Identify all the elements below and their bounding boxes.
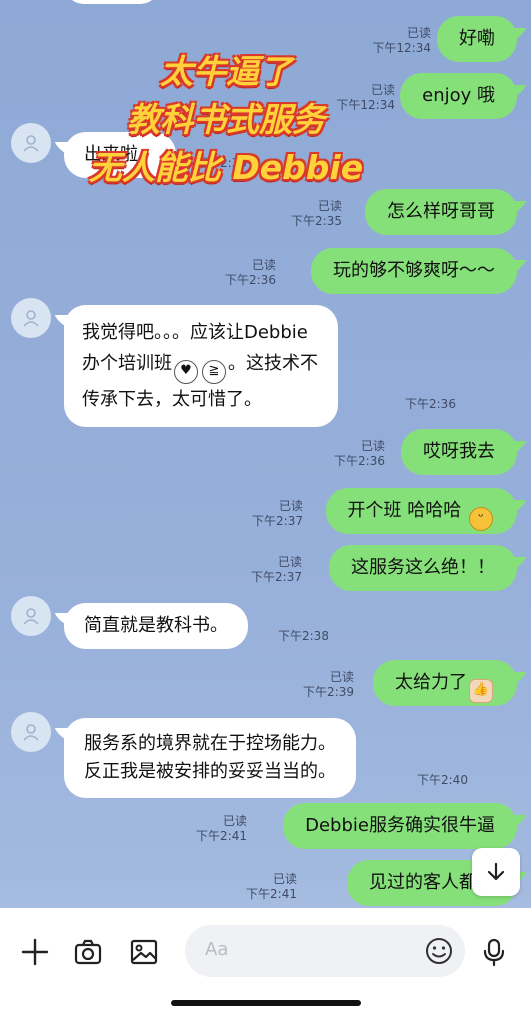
camera-icon xyxy=(74,939,102,965)
avatar[interactable] xyxy=(11,298,51,338)
camera-button[interactable] xyxy=(66,930,110,974)
message-bubble-partial[interactable] xyxy=(64,0,160,4)
message-input[interactable]: Aa xyxy=(185,925,465,977)
message-meta: 已读 下午12:34 xyxy=(336,83,395,112)
message-line: 服务系的境界就在于控场能力。 xyxy=(84,733,336,754)
input-bar: Aa xyxy=(0,908,531,1024)
user-icon xyxy=(23,608,39,625)
message-bubble[interactable]: 哎呀我去 xyxy=(401,429,517,475)
emoji-button[interactable] xyxy=(423,935,455,967)
message-meta: 已读 下午12:34 xyxy=(372,26,431,55)
message-time: 下午2:38 xyxy=(278,629,329,643)
user-icon xyxy=(23,310,39,327)
laughing-emoji-icon: ≧ xyxy=(202,360,226,384)
message-meta: 已读 下午2:37 xyxy=(252,499,303,528)
message-bubble[interactable]: 好嘞 xyxy=(437,16,517,62)
message-meta: 已读 下午2:39 xyxy=(303,670,354,699)
arrow-down-icon xyxy=(487,862,505,881)
message-bubble[interactable]: 出来啦。 xyxy=(64,132,176,178)
message-line: 办个培训班 ♥ ≧ 。这技术不 xyxy=(82,348,318,384)
avatar[interactable] xyxy=(11,123,51,163)
message-bubble[interactable]: 这服务这么绝！！ xyxy=(329,545,517,591)
message-bubble[interactable]: 我觉得吧。。。应该让Debbie 办个培训班 ♥ ≧ 。这技术不 传承下去，太可惜了。 xyxy=(64,305,338,427)
chat-area[interactable]: 已读 下午12:34 好嘞 已读 下午12:34 enjoy 哦 出来啦。 下午2:… xyxy=(0,0,531,908)
plus-button[interactable] xyxy=(13,930,57,974)
thumbs-up-emoji-icon: 👍 xyxy=(469,679,493,703)
heart-eyes-emoji-icon: ♥ xyxy=(174,360,198,384)
input-placeholder: Aa xyxy=(205,939,229,960)
message-bubble[interactable]: 服务系的境界就在于控场能力。 反正我是被安排的妥妥当当的。 xyxy=(64,718,356,798)
emoji-icon xyxy=(426,938,452,964)
avatar[interactable] xyxy=(11,596,51,636)
microphone-icon xyxy=(483,938,505,967)
grinning-emoji-icon: ᵕ xyxy=(469,507,493,531)
message-line: 我觉得吧。。。应该让Debbie xyxy=(82,322,308,343)
message-meta: 已读 下午2:36 xyxy=(334,439,385,468)
message-line: 传承下去，太可惜了。 xyxy=(82,389,262,410)
message-bubble[interactable]: 简直就是教科书。 xyxy=(64,603,248,649)
message-bubble[interactable]: 开个班 哈哈哈 ᵕ xyxy=(325,488,517,534)
image-icon xyxy=(130,939,158,965)
message-meta: 已读 下午2:37 xyxy=(251,555,302,584)
message-time: 下午2:36 xyxy=(405,397,456,411)
message-bubble[interactable]: Debbie服务确实很牛逼 xyxy=(283,803,517,849)
message-line: 反正我是被安排的妥妥当当的。 xyxy=(84,761,336,782)
user-icon xyxy=(23,724,39,741)
avatar[interactable] xyxy=(11,712,51,752)
message-bubble[interactable]: 太给力了 👍 xyxy=(373,660,517,706)
home-indicator xyxy=(171,1000,361,1006)
image-button[interactable] xyxy=(122,930,166,974)
message-meta: 已读 下午2:35 xyxy=(291,199,342,228)
user-icon xyxy=(23,135,39,152)
microphone-button[interactable] xyxy=(472,930,516,974)
message-meta: 已读 下午2:41 xyxy=(196,814,247,843)
message-meta: 已读 下午2:41 xyxy=(246,872,297,901)
scroll-down-button[interactable] xyxy=(472,848,520,896)
message-bubble[interactable]: enjoy 哦 xyxy=(400,73,517,119)
message-bubble[interactable]: 玩的够不够爽呀～～ xyxy=(311,248,517,294)
message-time: 下午2:35 xyxy=(196,156,247,170)
message-time: 下午2:40 xyxy=(417,773,468,787)
plus-icon xyxy=(21,938,49,966)
message-meta: 已读 下午2:36 xyxy=(225,258,276,287)
message-bubble[interactable]: 怎么样呀哥哥 xyxy=(365,189,517,235)
